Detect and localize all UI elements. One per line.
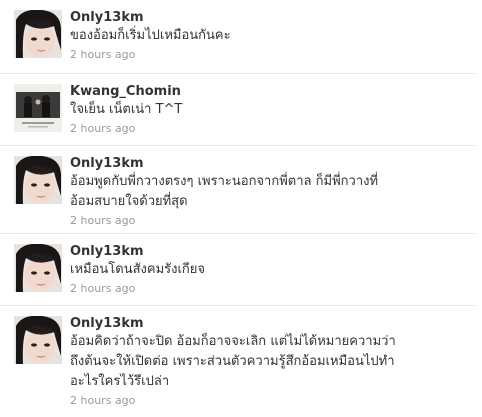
user-avatar[interactable] — [14, 244, 62, 292]
user-avatar[interactable] — [14, 84, 62, 132]
user-avatar[interactable] — [14, 10, 62, 58]
timestamp-link[interactable]: 2 hours ago — [70, 393, 470, 409]
girl-portrait-avatar-icon — [14, 10, 62, 58]
girl-portrait-avatar-icon — [14, 156, 62, 204]
tweet-timeline: Only13km ของอ้อมก็เริ่มไปเหมือนกันคะ 2 h… — [0, 0, 482, 417]
tweet-item: Only13km เหมือนโดนสังคมรังเกียจ 2 hours … — [0, 234, 476, 306]
timestamp-link[interactable]: 2 hours ago — [70, 121, 470, 137]
tweet-content: Only13km เหมือนโดนสังคมรังเกียจ 2 hours … — [70, 244, 470, 297]
tweet-content: Only13km อ้อมคิดว่าถ้าจะปิด อ้อมก็อาจจะเ… — [70, 316, 470, 409]
tweet-text: ใจเย็น เน็ตเน่า T^T — [70, 102, 183, 117]
tweet-text: ของอ้อมก็เริ่มไปเหมือนกันคะ — [70, 28, 231, 43]
tweet-item: Kwang_Chomin ใจเย็น เน็ตเน่า T^T 2 hours… — [0, 74, 476, 146]
girl-portrait-avatar-icon — [14, 244, 62, 292]
screen-name-link[interactable]: Only13km — [70, 244, 470, 260]
tweet-content: Only13km ของอ้อมก็เริ่มไปเหมือนกันคะ 2 h… — [70, 10, 470, 63]
tweet-text: อ้อมพูดกับพี่กวางตรงๆ เพราะนอกจากพี่ตาล … — [70, 174, 379, 209]
timestamp-link[interactable]: 2 hours ago — [70, 47, 470, 63]
user-avatar[interactable] — [14, 316, 62, 364]
screen-name-link[interactable]: Only13km — [70, 10, 470, 26]
tweet-item: Only13km ของอ้อมก็เริ่มไปเหมือนกันคะ 2 h… — [0, 0, 476, 74]
tweet-item: Only13km อ้อมพูดกับพี่กวางตรงๆ เพราะนอกจ… — [0, 146, 476, 234]
tweet-content: Only13km อ้อมพูดกับพี่กวางตรงๆ เพราะนอกจ… — [70, 156, 470, 229]
screen-name-link[interactable]: Kwang_Chomin — [70, 84, 470, 100]
timestamp-link[interactable]: 2 hours ago — [70, 213, 470, 229]
screen-name-link[interactable]: Only13km — [70, 156, 470, 172]
group-photo-avatar-icon — [14, 84, 62, 132]
screen-name-link[interactable]: Only13km — [70, 316, 470, 332]
timestamp-link[interactable]: 2 hours ago — [70, 281, 470, 297]
user-avatar[interactable] — [14, 156, 62, 204]
tweet-text: เหมือนโดนสังคมรังเกียจ — [70, 262, 206, 277]
tweet-content: Kwang_Chomin ใจเย็น เน็ตเน่า T^T 2 hours… — [70, 84, 470, 137]
girl-portrait-avatar-icon — [14, 316, 62, 364]
tweet-item: Only13km อ้อมคิดว่าถ้าจะปิด อ้อมก็อาจจะเ… — [0, 306, 476, 416]
tweet-text: อ้อมคิดว่าถ้าจะปิด อ้อมก็อาจจะเลิก แต่ไม… — [70, 334, 396, 389]
